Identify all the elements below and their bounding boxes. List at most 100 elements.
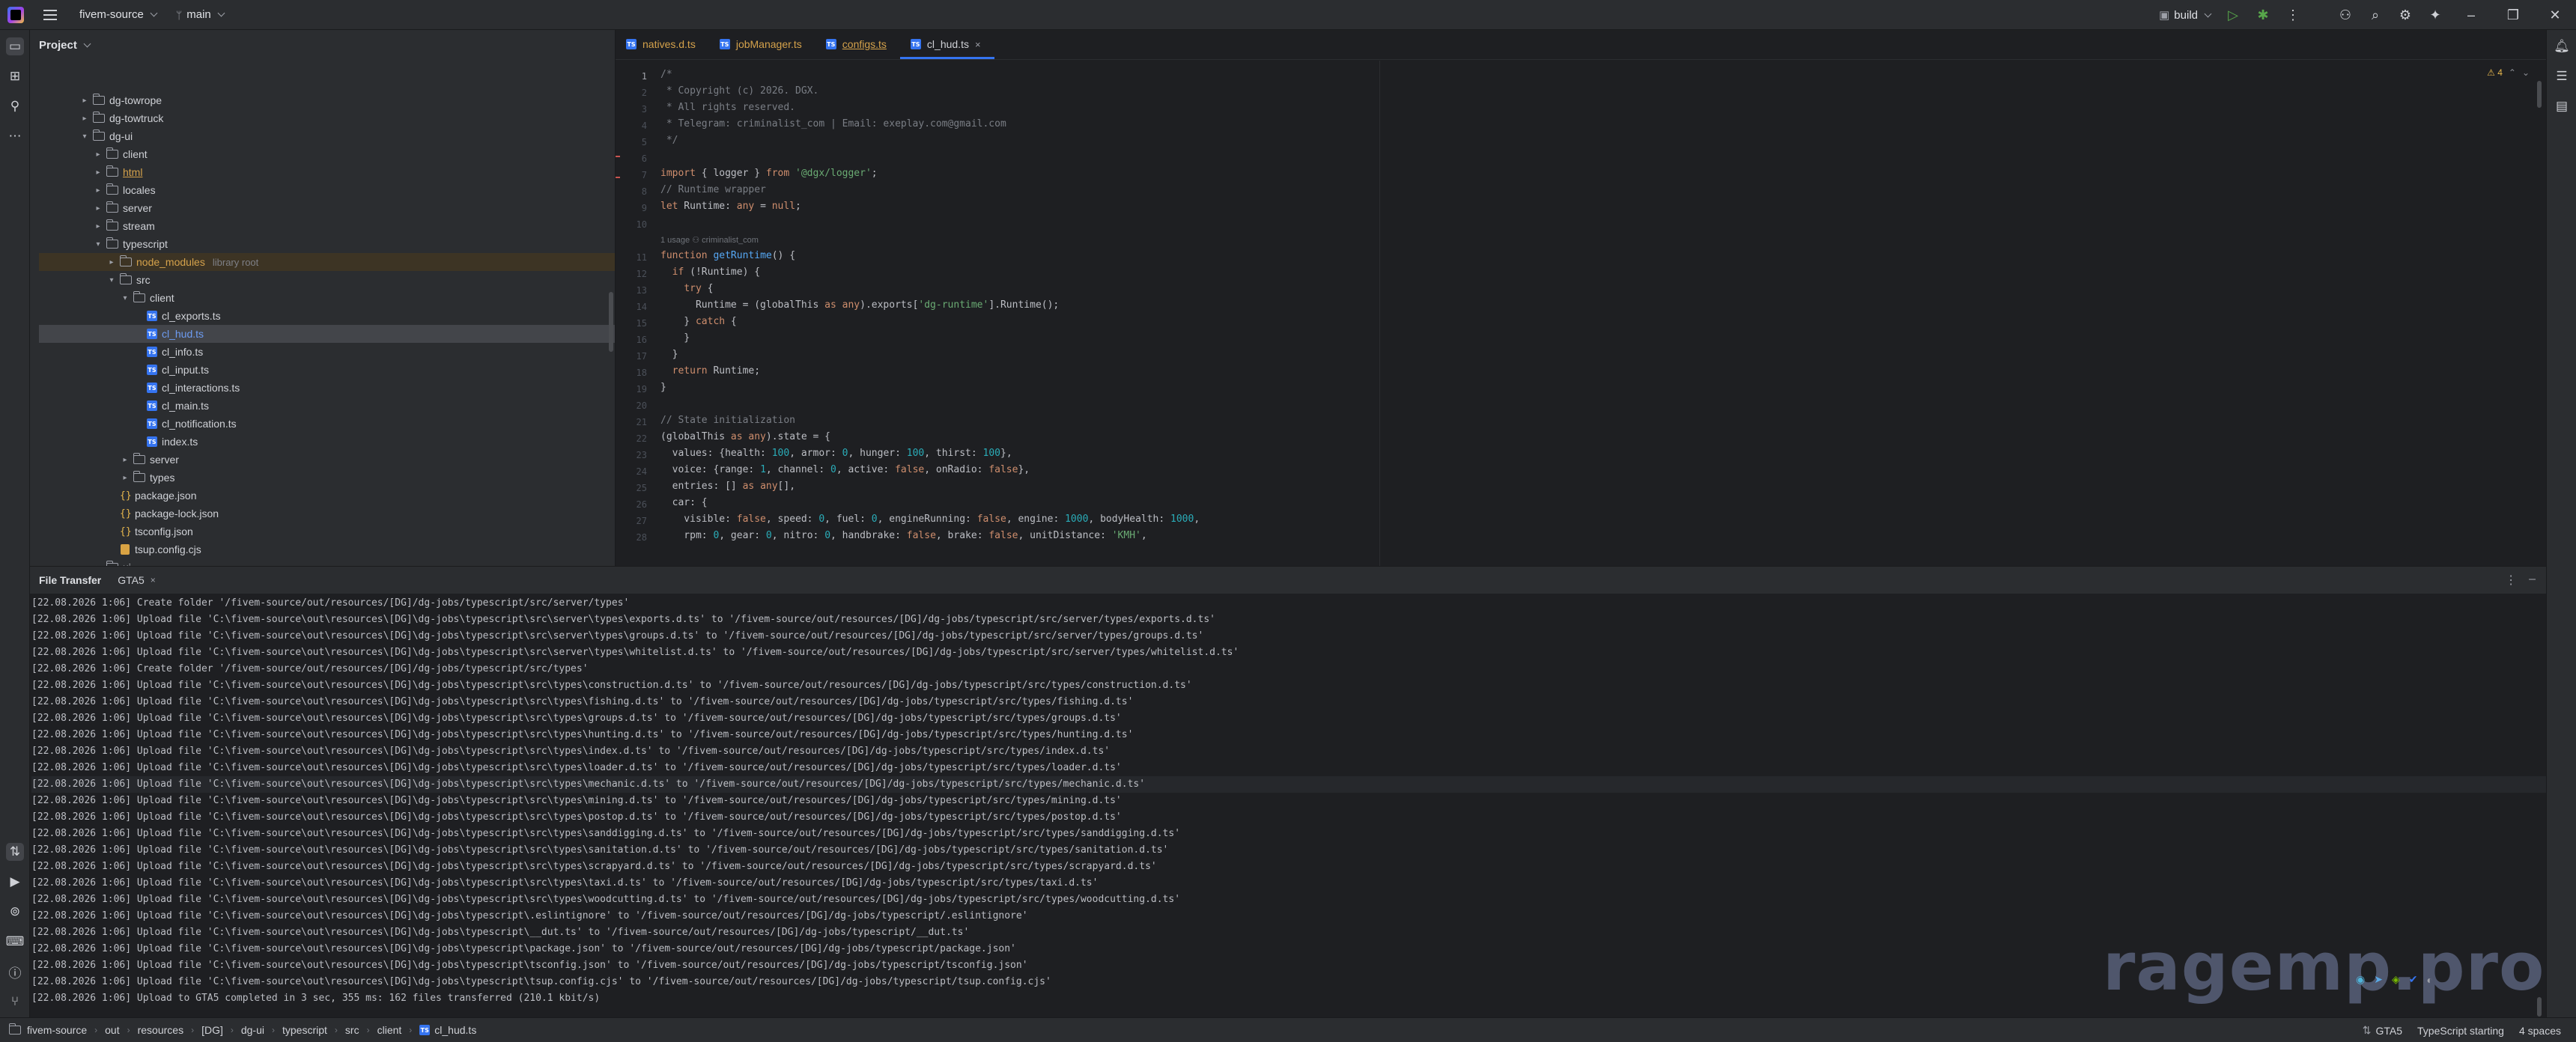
project-switcher[interactable]: fivem-source (79, 8, 158, 21)
editor-scrollbar[interactable] (2537, 81, 2542, 108)
expanded-arrow-icon[interactable]: ▾ (120, 294, 130, 302)
editor-tab[interactable]: TS configs.ts (815, 30, 900, 59)
project-panel-header[interactable]: Project (30, 30, 615, 60)
services-tool-icon[interactable]: ▶ (6, 873, 24, 891)
tray-app-icon[interactable]: ◉ (2356, 973, 2365, 986)
tree-folder[interactable]: ▸ client (39, 145, 615, 163)
indent-setting[interactable]: 4 spaces (2519, 1025, 2561, 1037)
collapsed-arrow-icon[interactable]: ▸ (120, 456, 130, 464)
tree-file[interactable]: {} tsconfig.json (39, 522, 615, 540)
collapsed-arrow-icon[interactable]: ▸ (79, 97, 90, 105)
branch-switcher[interactable]: ᛘ main (176, 8, 225, 21)
tree-file[interactable]: TS cl_input.ts (39, 361, 615, 379)
tree-folder[interactable]: ▸ stream (39, 217, 615, 235)
collapsed-arrow-icon[interactable]: ▸ (93, 150, 103, 159)
ai-assistant-icon[interactable]: ✦ (2420, 0, 2450, 30)
breadcrumb-item[interactable]: [DG] (201, 1024, 223, 1036)
tray-misc-icon[interactable]: ◐ (2426, 974, 2432, 986)
tree-folder[interactable]: ▸ server (39, 199, 615, 217)
expanded-arrow-icon[interactable]: ▾ (106, 276, 117, 284)
tree-folder[interactable]: ▾ typescript (39, 235, 615, 253)
restore-window-icon[interactable]: ❐ (2492, 0, 2534, 30)
bottom-tab[interactable]: File Transfer (39, 567, 101, 594)
usage-inlay-hint[interactable]: 1 usage ⚇ criminalist_com (660, 235, 759, 245)
tree-folder[interactable]: ▾ src (39, 271, 615, 289)
database-tool-icon[interactable]: ☰ (2553, 67, 2571, 85)
add-user-icon[interactable]: ⚇ (2330, 0, 2360, 30)
tree-folder[interactable]: ▸ dg-towrope (39, 91, 615, 109)
tree-file[interactable]: {} package.json (39, 487, 615, 505)
breadcrumb-item[interactable]: TS cl_hud.ts (419, 1024, 476, 1036)
expanded-arrow-icon[interactable]: ▾ (93, 240, 103, 249)
editor-tab[interactable]: TS cl_hud.ts × (899, 30, 994, 59)
breadcrumb-item[interactable]: out (105, 1024, 119, 1036)
tree-folder[interactable]: ▸ui (39, 558, 615, 566)
ai-chat-tool-icon[interactable]: ▤ (2553, 97, 2571, 115)
tray-telegram-icon[interactable]: ➤ (2374, 973, 2383, 986)
collapsed-arrow-icon[interactable]: ▸ (93, 222, 103, 231)
tree-folder[interactable]: ▸ server (39, 451, 615, 469)
expanded-arrow-icon[interactable]: ▾ (79, 132, 90, 141)
plugins-tool-icon[interactable]: ⊚ (6, 903, 24, 921)
chevron-down-icon[interactable]: ⌄ (2522, 67, 2530, 78)
tree-file[interactable]: TS cl_notification.ts (39, 415, 615, 433)
chevron-up-icon[interactable]: ⌃ (2509, 67, 2516, 78)
inspection-widget[interactable]: ⚠ 4 ⌃ ⌄ (2487, 67, 2530, 78)
breadcrumb-item[interactable]: src (345, 1024, 359, 1036)
typescript-status[interactable]: TypeScript starting (2417, 1025, 2504, 1037)
collapsed-arrow-icon[interactable]: ▸ (93, 204, 103, 213)
editor-tab[interactable]: TS natives.d.ts (616, 30, 709, 59)
tree-folder[interactable]: ▸ node_modules library root (39, 253, 615, 271)
tree-file[interactable]: TS cl_info.ts (39, 343, 615, 361)
settings-gear-icon[interactable]: ⚙ (2390, 0, 2420, 30)
collapsed-arrow-icon[interactable]: ▸ (93, 186, 103, 195)
structure-tool-icon[interactable]: ⊞ (6, 67, 24, 85)
collapsed-arrow-icon[interactable]: ▸ (120, 474, 130, 482)
tree-folder[interactable]: ▾ dg-ui (39, 127, 615, 145)
tree-folder[interactable]: ▸ locales (39, 181, 615, 199)
bottom-tab[interactable]: GTA5 × (118, 567, 156, 594)
collapsed-arrow-icon[interactable]: ▸ (79, 115, 90, 123)
tree-file[interactable]: TS cl_hud.ts (39, 325, 615, 343)
breadcrumb-item[interactable]: resources (138, 1024, 183, 1036)
more-actions-icon[interactable]: ⋮ (2278, 0, 2308, 30)
options-icon[interactable]: ⋮ (2505, 573, 2517, 588)
debug-icon[interactable]: ✱ (2248, 0, 2278, 30)
breadcrumb-item[interactable]: typescript (282, 1024, 327, 1036)
commit-tool-icon[interactable]: ⚲ (6, 97, 24, 115)
tree-folder[interactable]: ▾ client (39, 289, 615, 307)
breadcrumb-item[interactable]: dg-ui (241, 1024, 264, 1036)
tree-file[interactable]: TS cl_interactions.ts (39, 379, 615, 397)
collapsed-arrow-icon[interactable]: ▸ (93, 168, 103, 177)
tree-folder[interactable]: ▸ types (39, 469, 615, 487)
tree-file[interactable]: TS cl_main.ts (39, 397, 615, 415)
minimize-window-icon[interactable]: – (2450, 0, 2492, 30)
project-scrollbar[interactable] (609, 292, 613, 352)
tree-folder[interactable]: ▸ dg-towtruck (39, 109, 615, 127)
deployment-target[interactable]: ⇅ GTA5 (2363, 1024, 2402, 1037)
breadcrumb-item[interactable]: client (377, 1024, 402, 1036)
main-menu-icon[interactable] (43, 9, 57, 20)
run-icon[interactable]: ▷ (2218, 0, 2248, 30)
tree-file[interactable]: TS index.ts (39, 433, 615, 451)
tree-file[interactable]: TS cl_exports.ts (39, 307, 615, 325)
run-config-selector[interactable]: ▣ build (2151, 8, 2218, 22)
collapsed-arrow-icon[interactable]: ▸ (106, 258, 117, 266)
notifications-icon[interactable]: 🔔︎ (2553, 37, 2571, 55)
terminal-tool-icon[interactable]: ⌨ (6, 933, 25, 951)
search-icon[interactable]: ⌕ (2360, 0, 2390, 30)
hide-panel-icon[interactable]: – (2529, 573, 2536, 588)
problems-tool-icon[interactable]: ⓘ (6, 963, 24, 981)
tree-file[interactable]: {} package-lock.json (39, 505, 615, 522)
close-tab-icon[interactable]: × (975, 39, 981, 50)
breadcrumb-item[interactable]: fivem-source (8, 1023, 87, 1036)
editor-tab[interactable]: TS jobManager.ts (709, 30, 815, 59)
project-tool-icon[interactable]: ▭ (6, 37, 24, 55)
more-tools-icon[interactable]: ⋯ (6, 127, 24, 145)
tree-folder[interactable]: ▸ html (39, 163, 615, 181)
git-tool-icon[interactable]: ⑂ (6, 993, 24, 1011)
tray-check-icon[interactable]: ✔ (2409, 973, 2418, 986)
tray-nvidia-icon[interactable]: ◈ (2392, 973, 2400, 986)
close-window-icon[interactable]: ✕ (2534, 0, 2576, 30)
file-transfer-tool-icon[interactable]: ⇅ (6, 843, 24, 861)
